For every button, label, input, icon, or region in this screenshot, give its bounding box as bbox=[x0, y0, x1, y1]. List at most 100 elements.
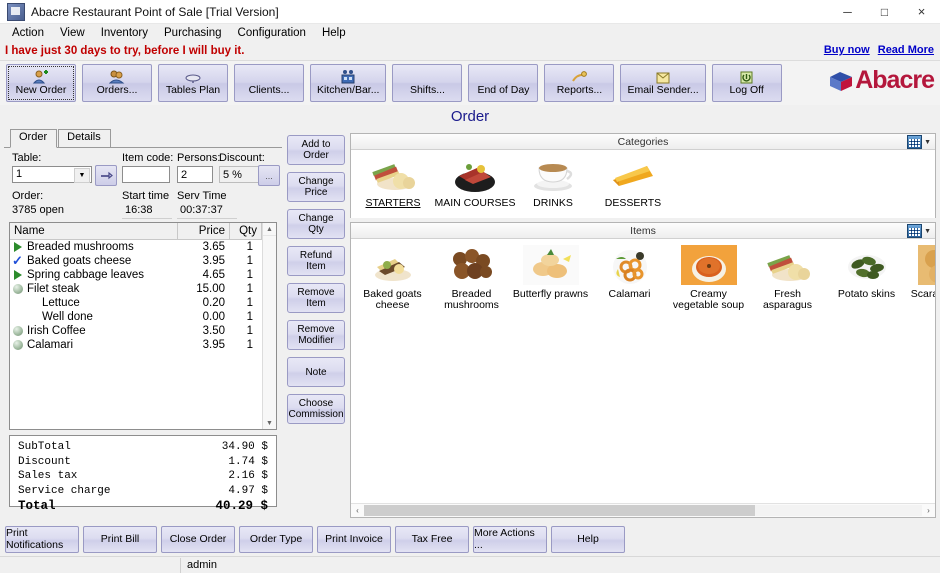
total-row-value: 4.97 $ bbox=[228, 484, 268, 497]
categories-view-button[interactable]: ▼ bbox=[907, 135, 931, 149]
table-row[interactable]: Well done 0.00 1 bbox=[10, 310, 276, 324]
action-button-refund-item[interactable]: Refund Item bbox=[287, 246, 345, 276]
scroll-right-icon[interactable]: › bbox=[922, 506, 935, 515]
table-row[interactable]: Calamari 3.95 1 bbox=[10, 338, 276, 352]
category-desserts[interactable]: DESSERTS bbox=[591, 154, 675, 209]
hscroll-thumb[interactable] bbox=[364, 505, 755, 516]
item-code-label: Item code: bbox=[122, 152, 174, 164]
items-hscrollbar[interactable]: ‹ › bbox=[351, 503, 935, 517]
table-select[interactable]: 1 ▼ bbox=[12, 166, 92, 183]
menu-item-configuration[interactable]: Configuration bbox=[230, 26, 314, 40]
table-transfer-button[interactable] bbox=[95, 165, 117, 186]
toolbar-button-tables-plan[interactable]: Tables Plan bbox=[158, 64, 228, 102]
bottom-button-more-actions[interactable]: More Actions ... bbox=[473, 525, 547, 553]
toolbar-button-kitchen-bar[interactable]: Kitchen/Bar... bbox=[310, 64, 387, 102]
total-row: Discount 1.74 $ bbox=[18, 455, 268, 470]
menu-item-scaramoza-c-c[interactable]: Scaramoza c c bbox=[906, 245, 935, 300]
toolbar-button-end-of-day[interactable]: End of Day bbox=[468, 64, 539, 102]
scroll-down-icon[interactable]: ▼ bbox=[263, 417, 276, 429]
table-row[interactable]: ✓ Baked goats cheese 3.95 1 bbox=[10, 254, 276, 268]
persons-input[interactable]: 2 bbox=[177, 166, 213, 183]
discount-more-button[interactable]: ... bbox=[258, 165, 280, 186]
action-button-change-price[interactable]: Change Price bbox=[287, 172, 345, 202]
menu-item-butterfly-prawns[interactable]: Butterfly prawns bbox=[511, 245, 590, 300]
action-button-add-to-order[interactable]: Add to Order bbox=[287, 135, 345, 165]
table-row[interactable]: Irish Coffee 3.50 1 bbox=[10, 324, 276, 338]
toolbar-button-orders[interactable]: Orders... bbox=[82, 64, 152, 102]
category-drinks[interactable]: DRINKS bbox=[511, 154, 595, 209]
action-button-change-qty[interactable]: Change Qty bbox=[287, 209, 345, 239]
table-row[interactable]: Filet steak 15.00 1 bbox=[10, 282, 276, 296]
tab-order[interactable]: Order bbox=[10, 129, 58, 148]
action-button-note[interactable]: Note bbox=[287, 357, 345, 387]
menu-item-label: Fresh asparagus bbox=[762, 287, 813, 311]
column-header-price[interactable]: Price bbox=[178, 223, 230, 239]
column-header-qty[interactable]: Qty bbox=[230, 223, 262, 239]
close-button[interactable]: × bbox=[903, 0, 940, 23]
hscroll-track[interactable] bbox=[364, 505, 922, 516]
bottom-button-close-order[interactable]: Close Order bbox=[161, 525, 235, 553]
bottom-button-print-invoice[interactable]: Print Invoice bbox=[317, 525, 391, 553]
action-button-label: Add to Order bbox=[301, 139, 331, 161]
start-time-label: Start time bbox=[122, 190, 170, 202]
menu-item-baked-goats-cheese[interactable]: Baked goats cheese bbox=[353, 245, 432, 312]
bottom-button-print-bill[interactable]: Print Bill bbox=[83, 525, 157, 553]
menu-item-help[interactable]: Help bbox=[314, 26, 354, 40]
order-list-scrollbar[interactable]: ▲ ▼ bbox=[262, 223, 276, 429]
item-code-input[interactable] bbox=[122, 166, 170, 183]
table-row[interactable]: Lettuce 0.20 1 bbox=[10, 296, 276, 310]
category-label: MAIN COURSES bbox=[434, 196, 516, 209]
toolbar-button-shifts[interactable]: Shifts... bbox=[392, 64, 463, 102]
action-button-remove-modifier[interactable]: Remove Modifier bbox=[287, 320, 345, 350]
row-qty: 1 bbox=[246, 297, 253, 309]
table-row[interactable]: Breaded mushrooms 3.65 1 bbox=[10, 240, 276, 254]
category-main-courses[interactable]: MAIN COURSES bbox=[433, 154, 517, 209]
chevron-down-icon[interactable]: ▼ bbox=[924, 228, 931, 235]
order-totals: SubTotal 34.90 $ Discount 1.74 $ Sales tax 2.… bbox=[9, 435, 277, 513]
minimize-button[interactable]: ─ bbox=[829, 0, 866, 23]
new-order-icon bbox=[33, 69, 49, 84]
toolbar-button-log-off[interactable]: Log Off bbox=[711, 64, 782, 102]
menu-item-breaded-mushrooms[interactable]: Breaded mushrooms bbox=[432, 245, 511, 312]
order-pane: Order Details Table: 1 ▼ Item code: Pers… bbox=[4, 129, 282, 518]
buy-now-link[interactable]: Buy now bbox=[824, 44, 870, 56]
toolbar-button-email-sender[interactable]: Email Sender... bbox=[620, 64, 706, 102]
bottom-button-print-notifications[interactable]: Print Notifications bbox=[5, 525, 79, 553]
scroll-up-icon[interactable]: ▲ bbox=[263, 223, 276, 236]
menu-item-purchasing[interactable]: Purchasing bbox=[156, 26, 230, 40]
calamari-thumb bbox=[602, 250, 658, 288]
app-icon bbox=[7, 2, 25, 21]
toolbar-button-clients[interactable]: Clients... bbox=[234, 64, 304, 102]
menu-item-potato-skins[interactable]: Potato skins bbox=[827, 245, 906, 300]
drinks-thumb bbox=[525, 164, 581, 197]
catalog-pane: Categories ▼ STARTERS MAIN COURSES DRINKS D… bbox=[350, 133, 936, 518]
action-button-choose-commission[interactable]: Choose Commission bbox=[287, 394, 345, 424]
maximize-button[interactable]: □ bbox=[866, 0, 903, 23]
column-header-name[interactable]: Name bbox=[10, 223, 178, 239]
order-number-value: 3785 open bbox=[12, 204, 64, 216]
items-view-button[interactable]: ▼ bbox=[907, 224, 931, 238]
menu-item-view[interactable]: View bbox=[52, 26, 93, 40]
tab-details[interactable]: Details bbox=[58, 129, 111, 147]
read-more-link[interactable]: Read More bbox=[878, 44, 934, 56]
menu-item-creamy-vegetable-soup[interactable]: Creamy vegetable soup bbox=[669, 245, 748, 312]
toolbar-button-new-order[interactable]: New Order bbox=[6, 64, 76, 102]
menu-item-inventory[interactable]: Inventory bbox=[93, 26, 156, 40]
menu-item-action[interactable]: Action bbox=[4, 26, 52, 40]
table-row[interactable]: Spring cabbage leaves 4.65 1 bbox=[10, 268, 276, 282]
chevron-down-icon[interactable]: ▼ bbox=[924, 139, 931, 146]
menu-item-calamari[interactable]: Calamari bbox=[590, 245, 669, 300]
scroll-left-icon[interactable]: ‹ bbox=[351, 506, 364, 515]
category-starters[interactable]: STARTERS bbox=[351, 154, 435, 209]
row-name-cell: Well done bbox=[10, 311, 178, 323]
bottom-button-help[interactable]: Help bbox=[551, 525, 625, 553]
status-segment-left bbox=[0, 557, 181, 573]
toolbar-button-reports[interactable]: Reports... bbox=[544, 64, 615, 102]
order-items-list[interactable]: Name Price Qty Breaded mushrooms 3.65 1 ✓ Ba… bbox=[9, 222, 277, 430]
chevron-down-icon[interactable]: ▼ bbox=[74, 168, 90, 183]
bottom-button-tax-free[interactable]: Tax Free bbox=[395, 525, 469, 553]
menu-item-fresh-asparagus[interactable]: Fresh asparagus bbox=[748, 245, 827, 312]
toolbar-button-label: Reports... bbox=[556, 83, 603, 96]
action-button-remove-item[interactable]: Remove Item bbox=[287, 283, 345, 313]
bottom-button-order-type[interactable]: Order Type bbox=[239, 525, 313, 553]
